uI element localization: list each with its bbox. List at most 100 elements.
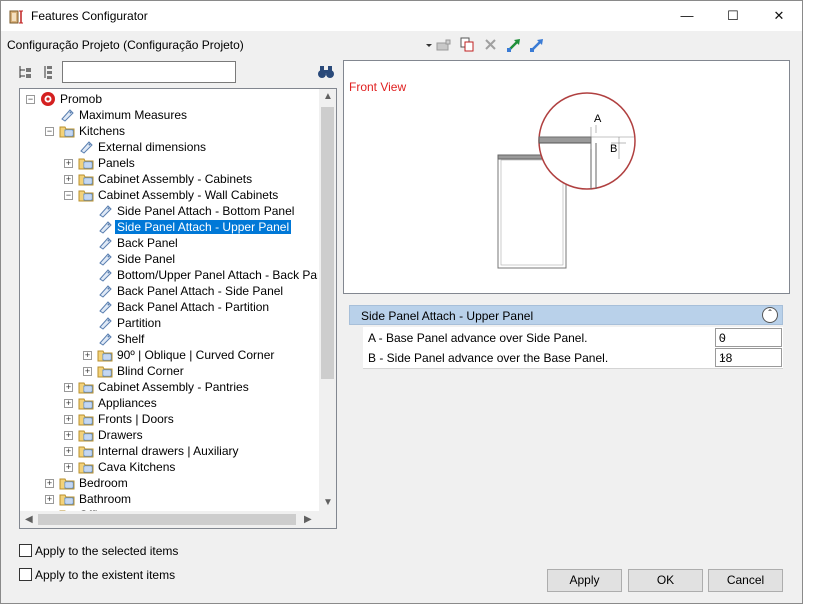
collapse-tree-icon[interactable] <box>40 64 56 80</box>
tree-item[interactable]: Back Panel <box>20 235 318 251</box>
tree-item-label: Fronts | Doors <box>98 412 174 426</box>
tree-item-label: External dimensions <box>98 140 207 154</box>
tree-item[interactable]: + Bathroom <box>20 491 318 507</box>
tag-icon <box>97 267 113 283</box>
tag-icon <box>78 139 94 155</box>
tree-item-label: Bedroom <box>79 476 128 490</box>
apply-button[interactable]: Apply <box>547 569 622 592</box>
dimension-label-b: B <box>610 143 618 155</box>
tree-item[interactable]: Maximum Measures <box>20 107 318 123</box>
tree-item[interactable]: + Cava Kitchens <box>20 459 318 475</box>
tree-item[interactable]: + Drawers <box>20 427 318 443</box>
ok-button[interactable]: OK <box>628 569 703 592</box>
expand-node-icon[interactable]: + <box>64 447 73 456</box>
tree-item-label: Internal drawers | Auxiliary <box>98 444 239 458</box>
collapse-node-icon[interactable]: − <box>45 127 54 136</box>
expand-node-icon[interactable]: + <box>64 415 73 424</box>
expand-tree-icon[interactable] <box>17 64 33 80</box>
folder-icon <box>78 395 94 411</box>
scroll-right-icon[interactable]: ▶ <box>304 514 312 525</box>
chevron-down-icon[interactable]: ⌄ <box>719 351 777 362</box>
tree-item[interactable]: + Appliances <box>20 395 318 411</box>
expand-node-icon[interactable]: + <box>45 495 54 504</box>
tree-item[interactable]: Shelf <box>20 331 318 347</box>
expand-node-icon[interactable]: + <box>64 399 73 408</box>
copy-icon[interactable] <box>459 36 477 54</box>
tree-item[interactable]: Back Panel Attach - Partition <box>20 299 318 315</box>
tree-item[interactable]: + Internal drawers | Auxiliary <box>20 443 318 459</box>
tree-item[interactable]: Back Panel Attach - Side Panel <box>20 283 318 299</box>
close-button[interactable]: ✕ <box>756 1 802 31</box>
tree-item-label: 90º | Oblique | Curved Corner <box>117 348 275 362</box>
import-icon[interactable] <box>505 36 523 54</box>
tag-icon <box>97 251 113 267</box>
apply-existent-checkbox[interactable] <box>19 568 32 581</box>
tree-item[interactable]: Partition <box>20 315 318 331</box>
configuration-selector[interactable]: Configuração Projeto (Configuração Proje… <box>7 38 244 52</box>
tree-item[interactable]: + Fronts | Doors <box>20 411 318 427</box>
tree-item[interactable]: + Cabinet Assembly - Cabinets <box>20 171 318 187</box>
tree-item-label: Bathroom <box>79 492 132 506</box>
tag-icon <box>97 219 113 235</box>
collapse-node-icon[interactable]: − <box>26 95 35 104</box>
insert-icon[interactable] <box>435 36 453 54</box>
tree-item[interactable]: − Promob <box>20 91 318 107</box>
property-value-dropdown[interactable]: 0 ⌄ <box>715 328 782 347</box>
tree-item[interactable]: + Panels <box>20 155 318 171</box>
property-value-dropdown[interactable]: 18 ⌄ <box>715 348 782 367</box>
folder-icon <box>78 155 94 171</box>
front-view-title: Front View <box>349 80 407 94</box>
binoculars-icon[interactable] <box>317 64 335 80</box>
tree-item-label: Back Panel Attach - Side Panel <box>117 284 284 298</box>
chevron-down-icon[interactable]: ⌄ <box>719 331 777 342</box>
tree-item[interactable]: Side Panel Attach - Bottom Panel <box>20 203 318 219</box>
tree-horizontal-scrollbar[interactable]: ◀ ▶ <box>20 511 336 528</box>
expand-node-icon[interactable]: + <box>64 431 73 440</box>
tree-item-label: Panels <box>98 156 135 170</box>
tree-item[interactable]: − Cabinet Assembly - Wall Cabinets <box>20 187 318 203</box>
cancel-button[interactable]: Cancel <box>708 569 783 592</box>
tree-search-input[interactable] <box>62 61 236 83</box>
property-row: B - Side Panel advance over the Base Pan… <box>363 347 783 369</box>
scroll-down-icon[interactable]: ▼ <box>323 497 333 508</box>
tree-item[interactable]: − Kitchens <box>20 123 318 139</box>
expand-node-icon[interactable]: + <box>64 463 73 472</box>
apply-selected-checkbox[interactable] <box>19 544 32 557</box>
folder-icon <box>78 427 94 443</box>
expand-node-icon[interactable]: + <box>64 383 73 392</box>
tree-item[interactable]: External dimensions <box>20 139 318 155</box>
tree-item[interactable]: Side Panel <box>20 251 318 267</box>
tree-item[interactable]: Side Panel Attach - Upper Panel <box>20 219 318 235</box>
promob-logo-icon <box>40 91 56 107</box>
tree-item-label: Cabinet Assembly - Wall Cabinets <box>98 188 279 202</box>
expand-node-icon[interactable]: + <box>83 367 92 376</box>
tree-item[interactable]: + Bedroom <box>20 475 318 491</box>
tag-icon <box>97 235 113 251</box>
expand-node-icon[interactable]: + <box>83 351 92 360</box>
maximize-button[interactable]: ☐ <box>710 1 756 31</box>
expand-node-icon[interactable]: + <box>45 479 54 488</box>
delete-icon[interactable] <box>482 36 500 54</box>
tree-item-label: Back Panel Attach - Partition <box>117 300 270 314</box>
scroll-left-icon[interactable]: ◀ <box>25 514 33 525</box>
vertical-scroll-thumb[interactable] <box>321 107 334 379</box>
export-icon[interactable] <box>528 36 546 54</box>
features-tree[interactable]: − Promob Maximum Measures − Kitchens External… <box>19 88 337 529</box>
tree-vertical-scrollbar[interactable]: ▲ ▼ <box>319 89 336 513</box>
cabinet-front-view-drawing <box>497 92 636 269</box>
collapse-icon[interactable]: ˆ <box>762 307 778 323</box>
tree-item-label: Side Panel Attach - Bottom Panel <box>117 204 295 218</box>
horizontal-scroll-thumb[interactable] <box>38 514 296 525</box>
tree-item[interactable]: + Cabinet Assembly - Pantries <box>20 379 318 395</box>
tree-item[interactable]: +90º | Oblique | Curved Corner <box>20 347 318 363</box>
property-group-header[interactable]: Side Panel Attach - Upper Panel ˆ <box>349 305 783 325</box>
apply-existent-label: Apply to the existent items <box>35 568 176 582</box>
expand-node-icon[interactable]: + <box>64 159 73 168</box>
tree-item[interactable]: + Blind Corner <box>20 363 318 379</box>
tree-item[interactable]: Bottom/Upper Panel Attach - Back Panel <box>20 267 318 283</box>
scroll-up-icon[interactable]: ▲ <box>323 91 333 102</box>
minimize-button[interactable]: — <box>664 1 710 31</box>
collapse-node-icon[interactable]: − <box>64 191 73 200</box>
tag-icon <box>97 283 113 299</box>
expand-node-icon[interactable]: + <box>64 175 73 184</box>
